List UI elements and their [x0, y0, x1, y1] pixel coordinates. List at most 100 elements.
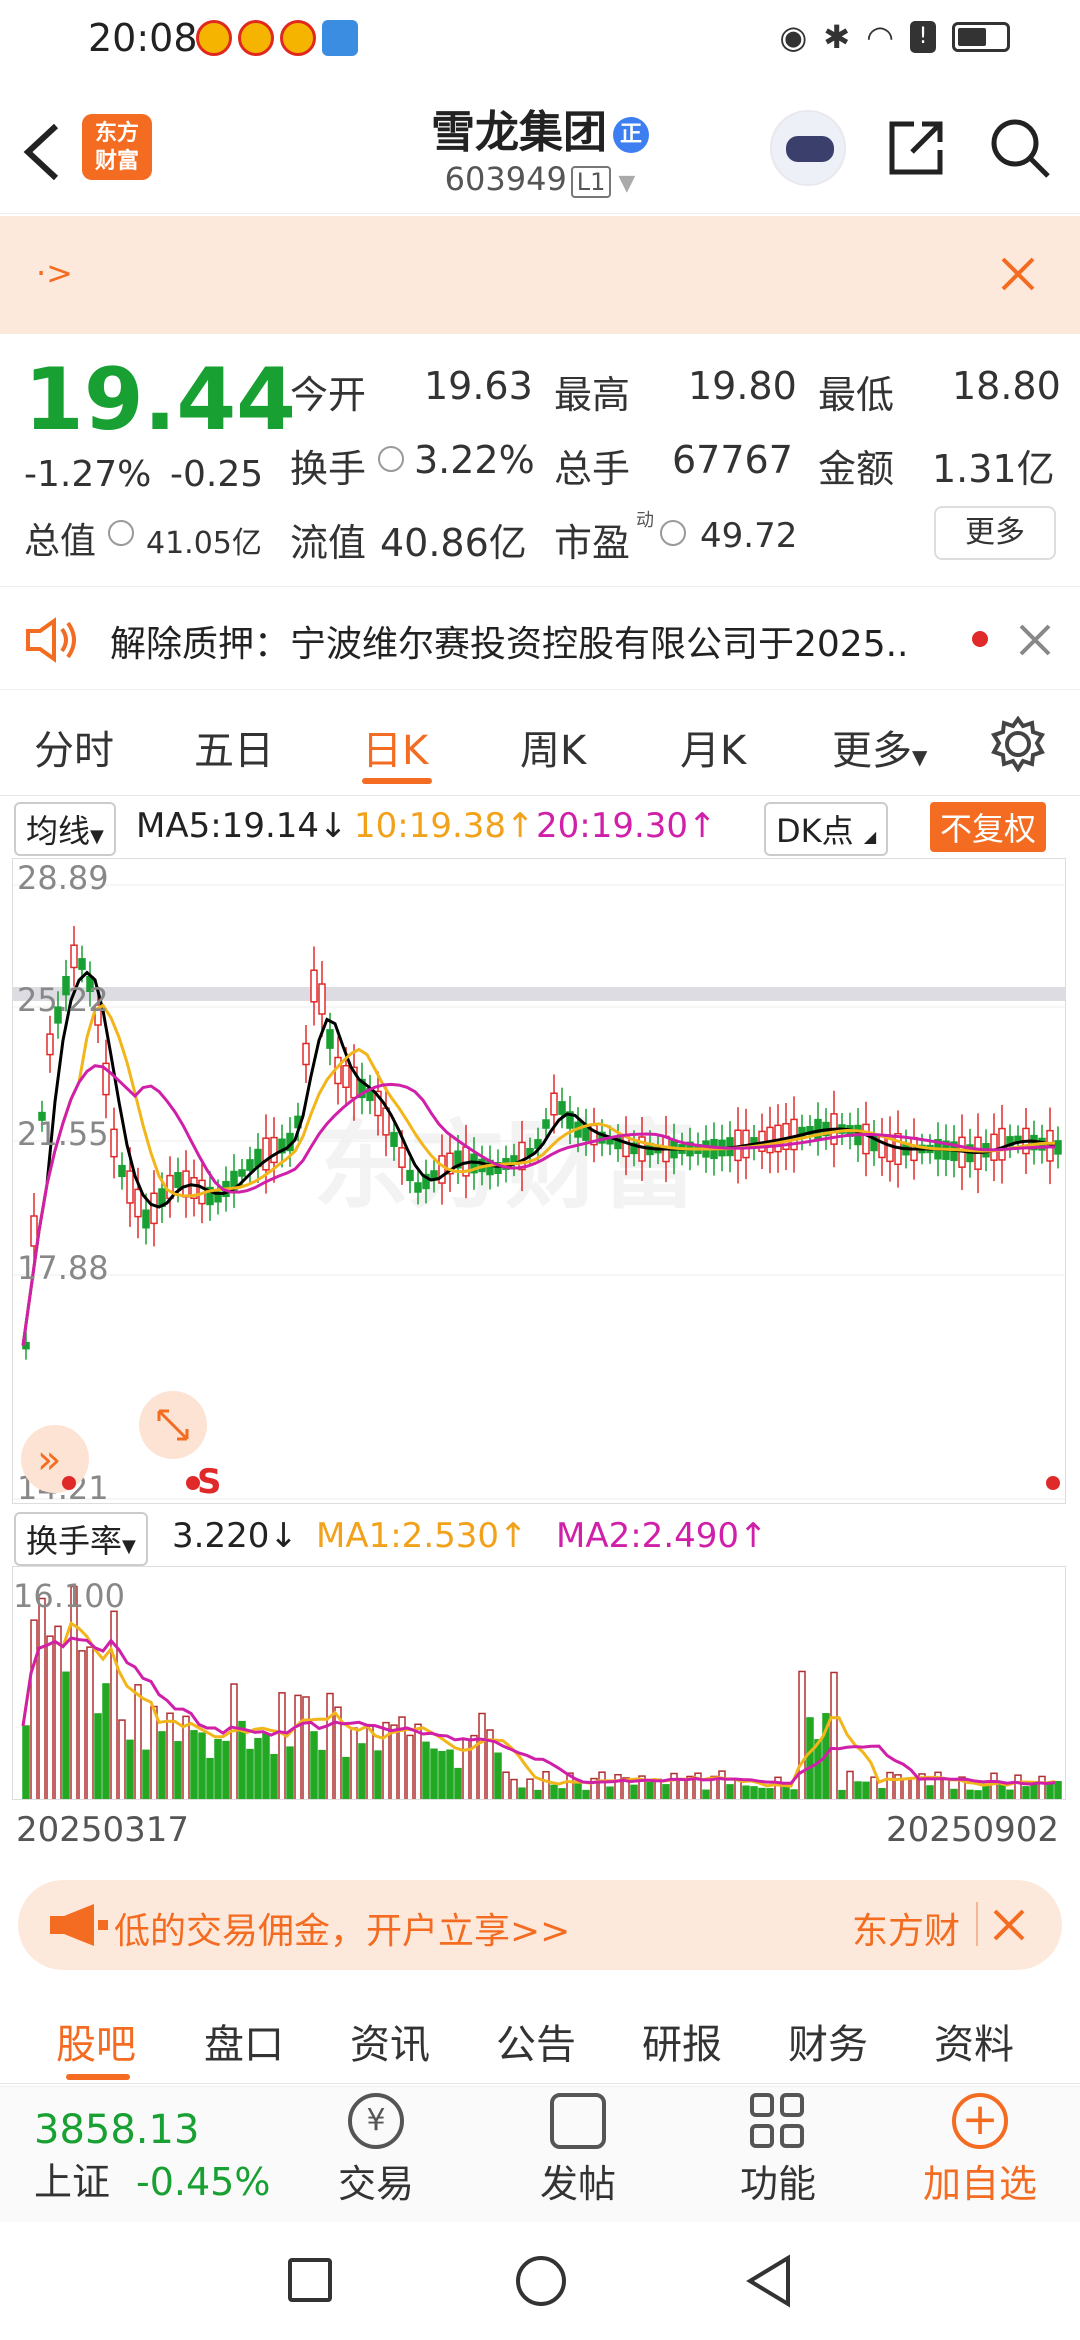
turnover-bar [318, 1749, 326, 1799]
turnover-bar [350, 1727, 358, 1799]
turnover-bar [502, 1771, 510, 1799]
turnover-bar [654, 1778, 662, 1799]
turnover-bar [86, 1646, 94, 1799]
gear-icon[interactable] [990, 716, 1046, 772]
turnover-bar [270, 1753, 278, 1799]
functions-button[interactable]: 功能 [708, 2093, 848, 2208]
turnover-bar [774, 1776, 782, 1799]
candle-body [406, 1169, 414, 1182]
turnover-bar [366, 1725, 374, 1799]
ai-assistant-avatar[interactable] [770, 110, 846, 186]
grid-icon [750, 2093, 806, 2149]
index-ticker[interactable]: 3858.13 上证 -0.45% [34, 2107, 270, 2206]
turnover-bar [310, 1731, 318, 1799]
turnover-bar [118, 1719, 126, 1799]
sub-indicator-select[interactable]: 换手率▼ [14, 1512, 148, 1566]
tab-orderbook[interactable]: 盘口 [204, 2012, 284, 2070]
indicator-select[interactable]: 均线▼ [14, 802, 116, 856]
candle-body [182, 1170, 190, 1198]
market-cap-value: 41.05亿 [146, 526, 262, 561]
candle-body [70, 944, 78, 969]
tab-profile[interactable]: 资料 [934, 2012, 1014, 2070]
tab-five-day[interactable]: 五日 [194, 718, 274, 776]
weibo-icon [196, 20, 232, 56]
close-icon[interactable] [992, 1908, 1026, 1942]
turnover-bar [206, 1757, 214, 1799]
turnover-rate-value: 3.220↓ [172, 1516, 298, 1556]
turnover-svg[interactable]: 16.100 [13, 1567, 1066, 1800]
turnover-bar [430, 1748, 438, 1799]
sell-marker: S [197, 1462, 222, 1502]
home-button[interactable] [516, 2256, 566, 2306]
turnover-value: 3.22% [414, 438, 535, 482]
candle-body [262, 1137, 270, 1171]
turnover-bar [294, 1694, 302, 1799]
turnover-bar [46, 1635, 54, 1799]
search-icon[interactable] [988, 116, 1052, 180]
system-navigation-bar [0, 2222, 1080, 2340]
tab-announcements[interactable]: 公告 [496, 2012, 576, 2070]
candle-body [78, 958, 86, 970]
info-icon[interactable] [108, 520, 134, 546]
index-change: -0.45% [136, 2160, 271, 2204]
candlestick-svg[interactable]: 东方财富 28.89 25.22 21.55 17.88 14.21 » S [13, 859, 1066, 1504]
trade-button[interactable]: ¥ 交易 [306, 2093, 446, 2208]
change-percent: -1.27% [24, 454, 152, 495]
notice-bar[interactable]: 解除质押：宁波维尔赛投资控股有限公司于2025.. [0, 586, 1080, 690]
more-quote-button[interactable]: 更多 [934, 506, 1056, 560]
turnover-bar [358, 1743, 366, 1799]
current-price: 19.44 [24, 350, 297, 450]
turnover-bar [766, 1788, 774, 1799]
turnover-bar [446, 1749, 454, 1799]
adjust-toggle-button[interactable]: 不复权 [930, 802, 1047, 852]
info-icon[interactable] [378, 446, 404, 472]
divider [976, 1902, 978, 1946]
volume-value: 67767 [672, 438, 793, 482]
candle-body [46, 1033, 54, 1056]
top-banner[interactable]: ·> [0, 216, 1080, 334]
turnover-bar [254, 1737, 262, 1799]
close-icon[interactable] [1000, 256, 1036, 292]
tab-guba[interactable]: 股吧 [56, 2012, 136, 2070]
tab-monthly-k[interactable]: 月K [680, 718, 746, 776]
add-watchlist-button[interactable]: + 加自选 [910, 2093, 1050, 2208]
candle-body [1054, 1140, 1062, 1155]
turnover-bar [742, 1785, 750, 1799]
caret-down-icon: ▼ [122, 1536, 136, 1557]
tab-news[interactable]: 资讯 [350, 2012, 430, 2070]
post-button[interactable]: 发帖 [508, 2093, 648, 2208]
stock-name: 雪龙集团 [431, 107, 607, 158]
back-nav-button[interactable] [744, 2254, 794, 2308]
tab-research[interactable]: 研报 [642, 2012, 722, 2070]
candle-body [270, 1136, 278, 1164]
pe-label: 市盈 [554, 521, 631, 565]
turnover-chart[interactable]: 16.100 [12, 1566, 1066, 1800]
candle-body [390, 1132, 398, 1147]
tab-more[interactable]: 更多▼ [832, 718, 927, 776]
ma10-value: 10:19.38↑ [354, 806, 535, 846]
turnover-bar [886, 1771, 894, 1799]
header-bar: 东方财富 雪龙集团正 603949 L1 ▼ [0, 82, 1080, 214]
candlestick-chart[interactable]: 东方财富 28.89 25.22 21.55 17.88 14.21 » S [12, 858, 1066, 1504]
recents-button[interactable] [288, 2258, 332, 2302]
amount-value: 1.31亿 [932, 447, 1055, 491]
market-cap-label: 总值 [24, 521, 97, 562]
tab-daily-k[interactable]: 日K [362, 718, 428, 776]
share-icon[interactable] [886, 118, 946, 178]
promo-banner[interactable]: 低的交易佣金，开户立享>> 东方财 [18, 1880, 1062, 1970]
dk-point-select[interactable]: DK点 ◢ [764, 802, 889, 856]
tab-intraday[interactable]: 分时 [34, 718, 114, 776]
tab-financials[interactable]: 财务 [788, 2012, 868, 2070]
turnover-bar [326, 1692, 334, 1799]
tab-weekly-k[interactable]: 周K [520, 718, 586, 776]
y-label-2: 25.22 [17, 981, 109, 1019]
close-icon[interactable] [1018, 623, 1052, 657]
turnover-bar [198, 1732, 206, 1799]
turnover-bar [846, 1770, 854, 1799]
info-icon[interactable] [660, 520, 686, 546]
volume-label: 总手 [554, 447, 631, 491]
promo-text: 低的交易佣金，开户立享>> [114, 1911, 571, 1952]
turnover-bar [478, 1712, 486, 1799]
turnover-bar [806, 1717, 814, 1799]
active-tab-indicator [66, 2074, 130, 2080]
